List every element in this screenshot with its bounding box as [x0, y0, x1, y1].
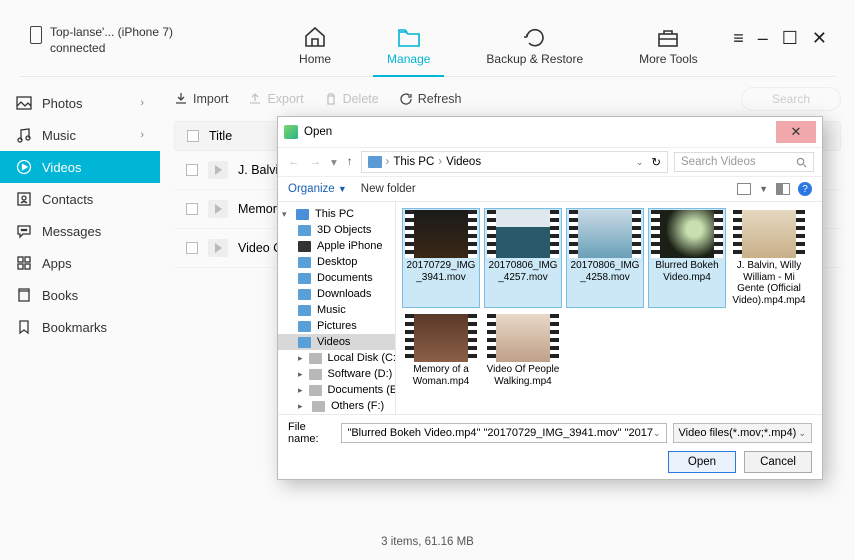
image-icon: [16, 95, 32, 111]
filename-label: File name:: [288, 421, 335, 445]
contacts-icon: [16, 191, 32, 207]
device-status: connected: [50, 40, 173, 56]
file-item[interactable]: J. Balvin, Willy William - Mi Gente (Off…: [730, 208, 808, 308]
sidebar: Photos › Music › Videos Contacts Message…: [0, 77, 160, 531]
menu-icon[interactable]: ≡: [733, 28, 744, 49]
device-name: Top-lanse'... (iPhone 7): [50, 24, 173, 40]
toolbox-icon: [655, 26, 681, 48]
nav-up-button[interactable]: ↑: [345, 156, 355, 168]
refresh-icon[interactable]: ↻: [651, 155, 661, 169]
device-info: Top-lanse'... (iPhone 7) connected: [30, 24, 173, 56]
open-button[interactable]: Open: [668, 451, 736, 473]
preview-pane-button[interactable]: [776, 183, 790, 195]
pc-icon: [368, 156, 382, 168]
nav-back-button[interactable]: ←: [286, 156, 302, 168]
sidebar-item-contacts[interactable]: Contacts: [0, 183, 160, 215]
address-bar[interactable]: › This PC › Videos ⌄ ↻: [361, 151, 668, 173]
nav-forward-button[interactable]: →: [308, 156, 324, 168]
tree-this-pc[interactable]: ▾This PC: [278, 206, 395, 222]
music-icon: [16, 127, 32, 143]
tree-item[interactable]: Downloads: [278, 286, 395, 302]
dialog-title: Open: [304, 126, 332, 138]
tree-item[interactable]: Pictures: [278, 318, 395, 334]
import-button[interactable]: Import: [174, 92, 228, 106]
select-all-checkbox[interactable]: [187, 130, 199, 142]
search-icon: [796, 157, 807, 168]
bookmark-icon: [16, 319, 32, 335]
tree-item[interactable]: ▸Software (D:): [278, 366, 395, 382]
file-type-filter[interactable]: Video files(*.mov;*.mp4)⌄: [673, 423, 812, 443]
folder-tree[interactable]: ▾This PC 3D Objects Apple iPhone Desktop…: [278, 202, 396, 414]
sidebar-item-apps[interactable]: Apps: [0, 247, 160, 279]
tree-item[interactable]: Documents: [278, 270, 395, 286]
export-button[interactable]: Export: [248, 92, 303, 106]
tree-item[interactable]: Apple iPhone: [278, 238, 395, 254]
tree-item[interactable]: Music: [278, 302, 395, 318]
row-checkbox[interactable]: [186, 203, 198, 215]
chat-icon: [16, 223, 32, 239]
sidebar-item-photos[interactable]: Photos ›: [0, 87, 160, 119]
sidebar-item-books[interactable]: Books: [0, 279, 160, 311]
nav-home[interactable]: Home: [293, 24, 337, 76]
help-button[interactable]: ?: [798, 182, 812, 196]
new-folder-button[interactable]: New folder: [361, 183, 416, 195]
tree-item[interactable]: Desktop: [278, 254, 395, 270]
chevron-right-icon: ›: [140, 129, 144, 141]
nav-manage[interactable]: Manage: [381, 24, 436, 76]
status-bar: 3 items, 61.16 MB: [0, 536, 855, 548]
view-dropdown[interactable]: ▼: [759, 184, 768, 194]
sidebar-item-messages[interactable]: Messages: [0, 215, 160, 247]
nav-backup[interactable]: Backup & Restore: [480, 24, 589, 76]
open-dialog: Open ✕ ← → ▾ ↑ › This PC › Videos ⌄ ↻ Se…: [277, 116, 823, 480]
file-grid[interactable]: 20170729_IMG_3941.mov 20170806_IMG_4257.…: [396, 202, 822, 414]
folder-icon: [396, 26, 422, 48]
play-icon: [16, 159, 32, 175]
search-input[interactable]: Search: [741, 87, 841, 111]
backup-icon: [522, 26, 548, 48]
filename-input[interactable]: "Blurred Bokeh Video.mp4" "20170729_IMG_…: [341, 423, 666, 443]
dialog-search-input[interactable]: Search Videos: [674, 152, 814, 172]
sidebar-item-music[interactable]: Music ›: [0, 119, 160, 151]
file-item[interactable]: 20170806_IMG_4258.mov: [566, 208, 644, 308]
history-dropdown[interactable]: ▾: [329, 155, 339, 169]
sidebar-item-videos[interactable]: Videos: [0, 151, 160, 183]
tree-item[interactable]: ▸Local Disk (C:): [278, 350, 395, 366]
tree-item-videos[interactable]: Videos: [278, 334, 395, 350]
video-thumb-icon: [208, 200, 228, 218]
tree-item[interactable]: 3D Objects: [278, 222, 395, 238]
file-item[interactable]: Memory of a Woman.mp4: [402, 312, 480, 389]
cancel-button[interactable]: Cancel: [744, 451, 812, 473]
row-checkbox[interactable]: [186, 164, 198, 176]
video-thumb-icon: [208, 161, 228, 179]
delete-button[interactable]: Delete: [324, 92, 379, 106]
tree-item[interactable]: ▸Documents (E:): [278, 382, 395, 398]
file-item[interactable]: Blurred Bokeh Video.mp4: [648, 208, 726, 308]
nav-tools[interactable]: More Tools: [633, 24, 703, 76]
book-icon: [16, 287, 32, 303]
refresh-button[interactable]: Refresh: [399, 92, 462, 106]
apps-icon: [16, 255, 32, 271]
column-title[interactable]: Title: [209, 129, 232, 143]
organize-menu[interactable]: Organize ▼: [288, 183, 347, 195]
file-item[interactable]: 20170806_IMG_4257.mov: [484, 208, 562, 308]
maximize-button[interactable]: ☐: [782, 28, 798, 49]
phone-icon: [30, 26, 42, 44]
file-item[interactable]: 20170729_IMG_3941.mov: [402, 208, 480, 308]
row-checkbox[interactable]: [186, 242, 198, 254]
view-mode-button[interactable]: [737, 183, 751, 195]
chevron-right-icon: ›: [140, 97, 144, 109]
close-button[interactable]: ✕: [812, 28, 827, 49]
video-thumb-icon: [208, 239, 228, 257]
dialog-close-button[interactable]: ✕: [776, 121, 816, 143]
home-icon: [302, 26, 328, 48]
file-item[interactable]: Video Of People Walking.mp4: [484, 312, 562, 389]
minimize-button[interactable]: –: [758, 28, 768, 49]
sidebar-item-bookmarks[interactable]: Bookmarks: [0, 311, 160, 343]
tree-item[interactable]: ▸Others (F:): [278, 398, 395, 414]
dialog-app-icon: [284, 125, 298, 139]
